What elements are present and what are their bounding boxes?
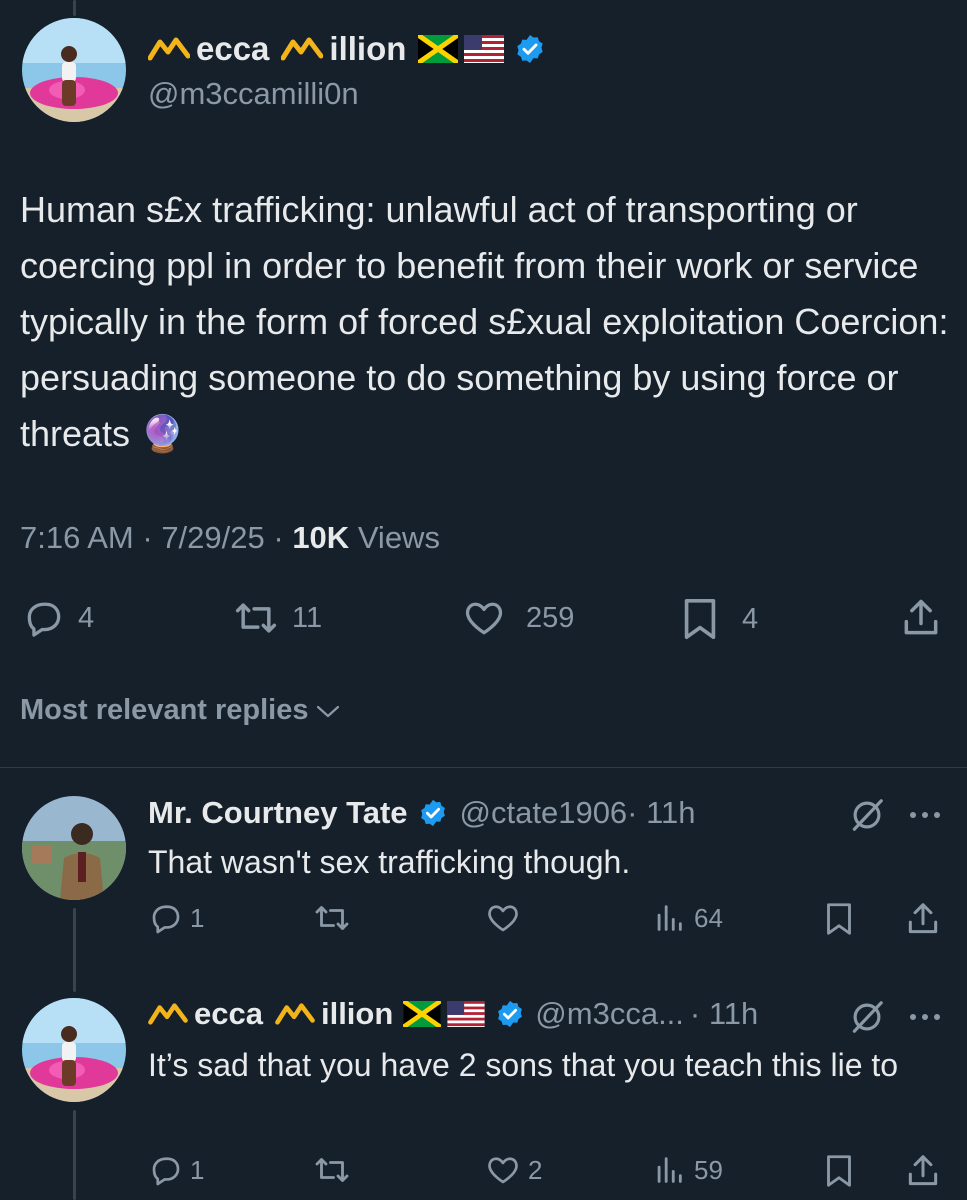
m-logo-icon (148, 37, 190, 61)
retweet-icon (315, 1158, 349, 1182)
avatar[interactable] (22, 998, 126, 1102)
reply-icon (152, 1157, 180, 1186)
like-button[interactable]: 2 (484, 1152, 542, 1188)
share-button[interactable] (904, 900, 942, 938)
reply-icon (27, 602, 61, 637)
views-icon (657, 905, 682, 931)
views-button[interactable]: 59 (652, 1152, 723, 1188)
reply-header[interactable]: ecca illion @m3cca... · 11h (148, 994, 758, 1034)
reply-header[interactable]: Mr. Courtney Tate @ctate1906 · 11h (148, 793, 696, 833)
like-icon (488, 905, 518, 932)
retweet-button[interactable]: 11 (232, 596, 322, 640)
avatar[interactable] (22, 18, 126, 122)
verified-badge-icon (498, 1000, 523, 1028)
m-logo-icon (281, 37, 324, 61)
share-button[interactable] (898, 596, 944, 640)
reply-text: It’s sad that you have 2 sons that you t… (148, 1047, 899, 1083)
reply-author-name: ecca (194, 996, 263, 1031)
divider (0, 767, 967, 768)
bookmark-button[interactable]: 4 (680, 596, 758, 642)
us-flag-icon (464, 35, 505, 63)
like-icon (465, 602, 503, 635)
reply-button[interactable]: 1 (148, 900, 204, 936)
meta-separator: · (264, 520, 293, 555)
jamaica-flag-icon (418, 35, 459, 63)
grok-icon[interactable] (848, 796, 886, 834)
grok-icon[interactable] (848, 998, 886, 1036)
reply-button[interactable]: 1 (148, 1152, 204, 1188)
tweet-text: Human s£x trafficking: unlawful act of t… (20, 189, 949, 454)
author-name: ecca (196, 30, 270, 67)
sort-replies-dropdown[interactable]: Most relevant replies (20, 694, 341, 727)
reply-handle: @m3cca... (535, 996, 684, 1031)
meta-separator: · (133, 520, 162, 555)
reply-handle: @ctate1906 (459, 795, 628, 830)
tweet-date: 7/29/25 (161, 520, 265, 555)
views-icon (657, 1157, 682, 1183)
views-count: 64 (694, 902, 723, 933)
chevron-down-icon (316, 705, 339, 717)
author-name-row[interactable]: ecca illion (148, 28, 546, 70)
author-name-2: illion (329, 30, 407, 67)
like-count: 2 (528, 1154, 543, 1185)
bookmark-icon (684, 598, 716, 640)
verified-badge-icon (517, 35, 544, 63)
verified-badge-icon (420, 799, 445, 827)
avatar[interactable] (22, 796, 126, 900)
tweet-meta: 7:16 AM · 7/29/25 · 10K Views (20, 520, 440, 556)
thread-line-top (73, 0, 76, 16)
reply-text: That wasn't sex trafficking though. (148, 844, 631, 880)
bookmark-button[interactable] (824, 1152, 854, 1190)
bookmark-button[interactable] (824, 900, 854, 938)
share-button[interactable] (904, 1152, 942, 1190)
like-icon (488, 1157, 518, 1184)
us-flag-icon (447, 1001, 485, 1027)
reply-author-name: Mr. Courtney Tate (148, 795, 408, 830)
share-icon (908, 903, 938, 934)
jamaica-flag-icon (403, 1001, 442, 1027)
like-button[interactable] (484, 900, 522, 936)
retweet-icon (235, 603, 277, 633)
reply-time: · 11h (689, 996, 759, 1031)
m-logo-icon (148, 1003, 188, 1025)
thread-line (73, 1110, 76, 1200)
reply-author-name-2: illion (320, 996, 394, 1031)
views-count: 59 (694, 1154, 723, 1185)
reply-count: 1 (190, 1154, 205, 1185)
bookmark-icon (827, 1155, 851, 1187)
reply-time: · 11h (627, 795, 696, 830)
more-icon[interactable] (905, 1002, 945, 1032)
reply-button[interactable]: 4 (22, 596, 94, 640)
more-icon[interactable] (905, 800, 945, 830)
tweet-time: 7:16 AM (20, 520, 134, 555)
thread-line (73, 908, 76, 992)
reply-count: 1 (190, 902, 205, 933)
reply-count: 4 (78, 601, 95, 634)
reply-icon (152, 905, 180, 934)
share-icon (904, 599, 938, 635)
views-label (349, 520, 358, 556)
views-label-text: Views (357, 520, 440, 555)
author-handle[interactable]: @m3ccamilli0n (148, 76, 359, 112)
retweet-button[interactable] (312, 900, 352, 936)
m-logo-icon (275, 1003, 315, 1025)
like-count: 259 (526, 601, 575, 634)
bookmark-count: 4 (742, 602, 759, 635)
views-count: 10K (292, 520, 350, 555)
share-icon (908, 1155, 938, 1186)
retweet-button[interactable] (312, 1152, 352, 1188)
retweet-icon (315, 906, 349, 930)
like-button[interactable]: 259 (460, 596, 574, 640)
retweet-count: 11 (292, 601, 323, 634)
bookmark-icon (827, 903, 851, 935)
sort-label: Most relevant replies (20, 694, 309, 726)
views-button[interactable]: 64 (652, 900, 723, 936)
